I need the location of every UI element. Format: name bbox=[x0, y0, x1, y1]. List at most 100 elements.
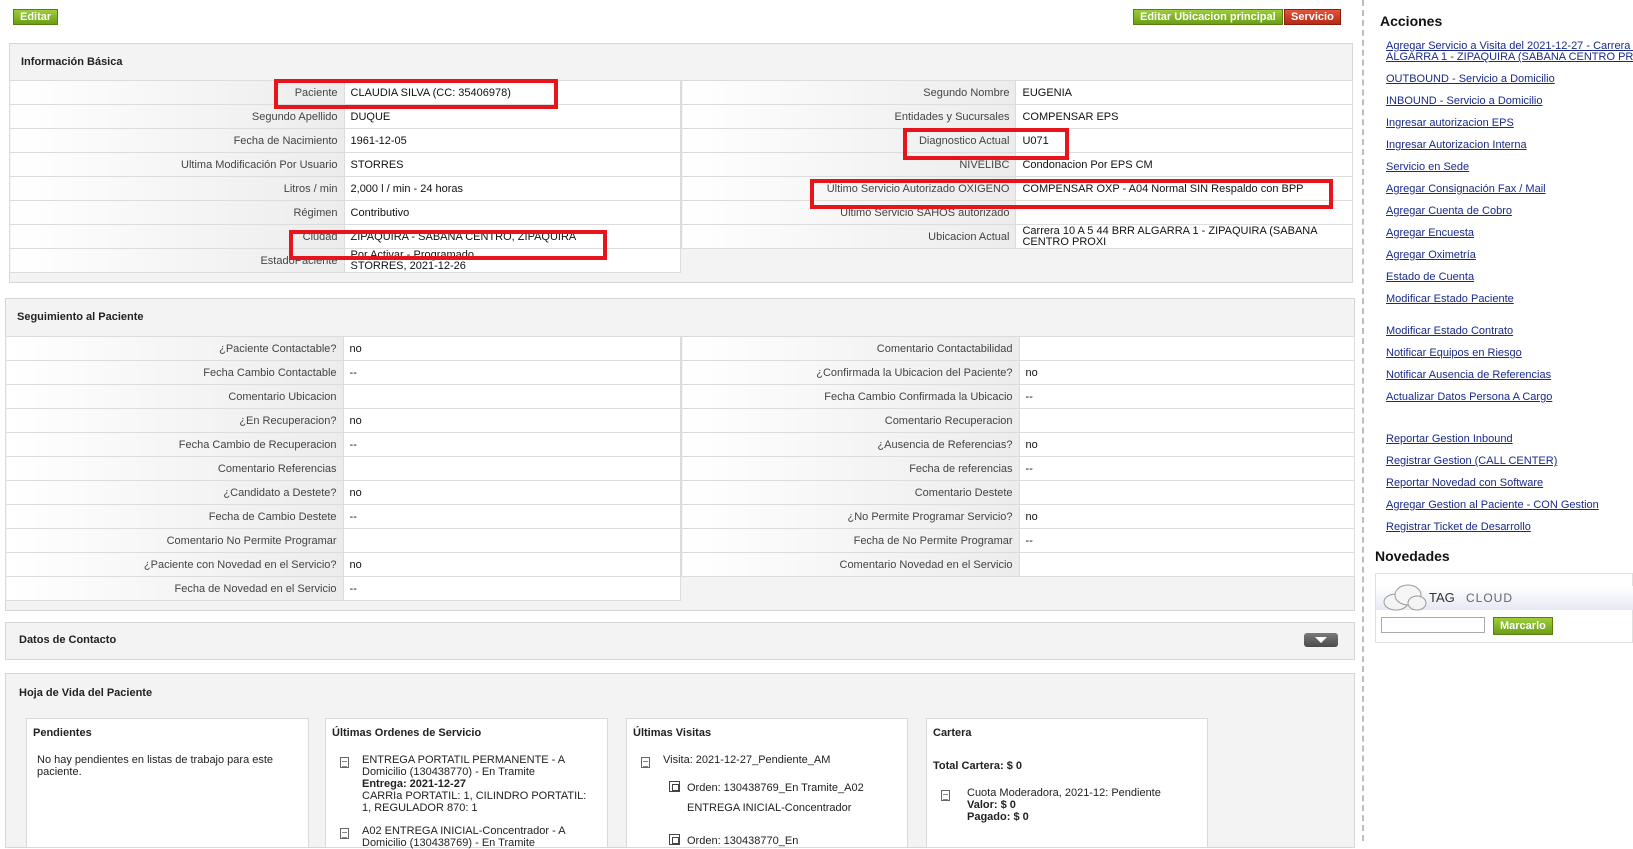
table-row: Fecha Cambio de Recuperacion -- bbox=[5, 432, 682, 457]
service-button[interactable]: Servicio bbox=[1284, 9, 1341, 25]
row-label: ¿Candidato a Destete? bbox=[5, 480, 344, 505]
row-label: Comentario Novedad en el Servicio bbox=[681, 552, 1020, 577]
action-link[interactable]: Actualizar Datos Persona A Cargo bbox=[1386, 391, 1552, 403]
row-value: -- bbox=[342, 360, 682, 385]
entities-value: COMPENSAR EPS bbox=[1015, 104, 1353, 129]
current-location-label: Ubicacion Actual bbox=[680, 224, 1017, 249]
table-row: Fecha de Nacimiento 1961-12-05 bbox=[9, 128, 682, 153]
regime-label: Régimen bbox=[9, 200, 345, 225]
portfolio-item: Cuota Moderadora, 2021-12: Pendiente bbox=[967, 787, 1161, 799]
action-link[interactable]: Agregar Consignación Fax / Mail bbox=[1386, 183, 1546, 195]
entities-label: Entidades y Sucursales bbox=[680, 104, 1017, 129]
row-value: -- bbox=[342, 504, 682, 529]
action-link[interactable]: Notificar Ausencia de Referencias bbox=[1386, 369, 1551, 381]
table-row: ¿No Permite Programar Servicio? no bbox=[681, 504, 1356, 529]
highlight-diagnosis bbox=[903, 128, 1069, 160]
visit1-order2: ENTREGA INICIAL-Concentrador bbox=[687, 802, 852, 814]
action-link[interactable]: Servicio en Sede bbox=[1386, 161, 1469, 173]
row-label: Comentario Ubicacion bbox=[5, 384, 344, 409]
action-link[interactable]: Agregar Oximetría bbox=[1386, 249, 1476, 261]
contact-panel[interactable] bbox=[5, 622, 1355, 660]
action-link[interactable]: Agregar Cuenta de Cobro bbox=[1386, 205, 1512, 217]
action-link[interactable]: OUTBOUND - Servicio a Domicilio bbox=[1386, 73, 1555, 85]
row-label: Comentario Destete bbox=[681, 480, 1020, 505]
visit1: Visita: 2021-12-27_Pendiente_AM bbox=[663, 754, 831, 766]
order1-line2[interactable]: Domicilio (130438770) - En Tramite bbox=[362, 766, 535, 778]
pending-line1: No hay pendientes en listas de trabajo p… bbox=[37, 754, 274, 766]
row-value bbox=[342, 456, 682, 481]
action-link[interactable]: Reportar Gestion Inbound bbox=[1386, 433, 1513, 445]
highlight-city bbox=[289, 230, 607, 260]
table-row: ¿Candidato a Destete? no bbox=[5, 480, 682, 505]
action-link[interactable]: Ingresar autorizacion EPS bbox=[1386, 117, 1514, 129]
table-row: Régimen Contributivo bbox=[9, 200, 682, 225]
table-row: ¿Confirmada la Ubicacion del Paciente? no bbox=[681, 360, 1356, 385]
table-row: Fecha Cambio Confirmada la Ubicacio -- bbox=[681, 384, 1356, 409]
table-row: Entidades y Sucursales COMPENSAR EPS bbox=[680, 104, 1353, 129]
action-link[interactable]: Estado de Cuenta bbox=[1386, 271, 1474, 283]
table-row: Comentario Novedad en el Servicio bbox=[681, 552, 1356, 577]
table-row: Comentario Contactabilidad bbox=[681, 336, 1356, 361]
order1-line1[interactable]: ENTREGA PORTATIL PERMANENTE - A bbox=[362, 754, 565, 766]
document-icon bbox=[340, 757, 349, 768]
row-value: no bbox=[1018, 360, 1356, 385]
order2-line1[interactable]: A02 ENTREGA INICIAL-Concentrador - A bbox=[362, 825, 566, 837]
action-link[interactable]: Agregar Gestion al Paciente - CON Gestio… bbox=[1386, 499, 1599, 511]
row-value: no bbox=[342, 336, 682, 361]
edit-main-location-button[interactable]: Editar Ubicacion principal bbox=[1133, 9, 1283, 25]
action-link[interactable]: Modificar Estado Paciente bbox=[1386, 293, 1514, 305]
highlight-oxygen-service bbox=[810, 179, 1333, 209]
table-row: ¿Paciente Contactable? no bbox=[5, 336, 682, 361]
orders-title: Últimas Ordenes de Servicio bbox=[332, 727, 482, 739]
pending-title: Pendientes bbox=[33, 727, 92, 739]
portfolio-title: Cartera bbox=[933, 727, 972, 739]
row-value: no bbox=[342, 552, 682, 577]
chevron-down-icon[interactable] bbox=[1304, 633, 1338, 647]
order2-line2[interactable]: Domicilio (130438769) - En Tramite bbox=[362, 837, 535, 849]
table-row: Segundo Nombre EUGENIA bbox=[680, 80, 1353, 105]
liters-value: 2,000 l / min - 24 horas bbox=[343, 176, 682, 201]
table-row: Litros / min 2,000 l / min - 24 horas bbox=[9, 176, 682, 201]
box-icon bbox=[669, 834, 680, 845]
liters-label: Litros / min bbox=[9, 176, 345, 201]
row-label: Fecha Cambio de Recuperacion bbox=[5, 432, 344, 457]
action-link[interactable]: Reportar Novedad con Software bbox=[1386, 477, 1543, 489]
table-row: Fecha de Novedad en el Servicio -- bbox=[5, 576, 682, 601]
edit-button[interactable]: Editar bbox=[13, 9, 59, 25]
row-value: no bbox=[1018, 432, 1356, 457]
action-link[interactable]: Agregar Encuesta bbox=[1386, 227, 1474, 239]
last-modified-value: STORRES bbox=[343, 152, 682, 177]
row-value: -- bbox=[1018, 456, 1356, 481]
row-label: Fecha de Novedad en el Servicio bbox=[5, 576, 344, 601]
cloud-icon bbox=[1383, 584, 1427, 611]
action-link[interactable]: Modificar Estado Contrato bbox=[1386, 325, 1513, 337]
row-value bbox=[342, 528, 682, 553]
orders-card: Últimas Ordenes de Servicio ENTREGA PORT… bbox=[325, 718, 608, 849]
action-link[interactable]: Registrar Ticket de Desarrollo bbox=[1386, 521, 1531, 533]
row-label: ¿No Permite Programar Servicio? bbox=[681, 504, 1020, 529]
action-link[interactable]: Registrar Gestion (CALL CENTER) bbox=[1386, 455, 1557, 467]
visit2-order: Orden: 130438770_En bbox=[687, 835, 799, 847]
row-label: Comentario Contactabilidad bbox=[681, 336, 1020, 361]
patient-status-line2: STORRES, 2021-12-26 bbox=[350, 259, 466, 272]
action-link[interactable]: INBOUND - Servicio a Domicilio bbox=[1386, 95, 1542, 107]
box-icon bbox=[669, 781, 680, 792]
action-link[interactable]: ALGARRA 1 - ZIPAQUIRA (SABANA CENTRO PRO… bbox=[1386, 51, 1633, 63]
row-value: -- bbox=[1018, 384, 1356, 409]
row-label: ¿Ausencia de Referencias? bbox=[681, 432, 1020, 457]
row-label: Comentario No Permite Programar bbox=[5, 528, 344, 553]
order1-line5: 1, REGULADOR 870: 1 bbox=[362, 802, 478, 814]
table-row: Fecha de Cambio Destete -- bbox=[5, 504, 682, 529]
action-link[interactable]: Ingresar Autorizacion Interna bbox=[1386, 139, 1527, 151]
table-row: Fecha Cambio Contactable -- bbox=[5, 360, 682, 385]
row-value: no bbox=[342, 480, 682, 505]
last-modified-label: Ultima Modificación Por Usuario bbox=[9, 152, 345, 177]
row-value: no bbox=[342, 408, 682, 433]
tracking-left-table: ¿Paciente Contactable? no Fecha Cambio Co… bbox=[5, 336, 682, 601]
mark-button[interactable]: Marcarlo bbox=[1493, 617, 1553, 635]
row-value bbox=[1018, 336, 1356, 361]
action-link[interactable]: Notificar Equipos en Riesgo bbox=[1386, 347, 1522, 359]
table-row: ¿En Recuperacion? no bbox=[5, 408, 682, 433]
tag-input[interactable] bbox=[1381, 617, 1485, 633]
tracking-title: Seguimiento al Paciente bbox=[17, 311, 144, 323]
